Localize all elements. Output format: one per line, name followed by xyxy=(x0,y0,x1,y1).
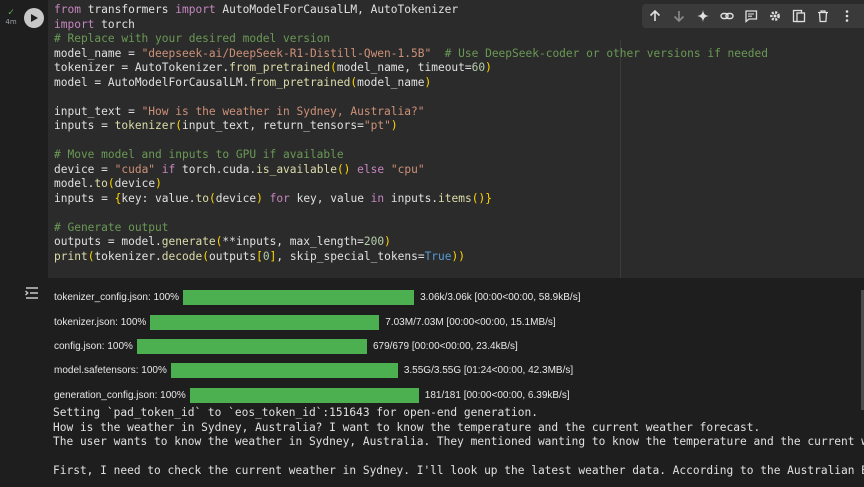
code-comment: # Move model and inputs to GPU if availa… xyxy=(54,148,344,161)
run-status: ✓ 4m xyxy=(4,8,18,26)
mirror-cell-button[interactable] xyxy=(789,6,809,26)
check-icon: ✓ xyxy=(7,7,15,18)
code-line: model = AutoModelForCausalLM.from_pretra… xyxy=(54,75,432,89)
arrow-up-icon xyxy=(649,9,661,21)
code-line: device = "cuda" if torch.cuda.is_availab… xyxy=(54,162,425,176)
delete-icon xyxy=(818,10,828,23)
code-line: import torch xyxy=(54,17,135,31)
code-editor[interactable]: from transformers import AutoModelForCau… xyxy=(48,0,864,278)
progress-fill xyxy=(150,314,380,330)
progress-label: generation_config.json: 100% xyxy=(54,389,186,401)
more-icon xyxy=(845,10,849,22)
progress-bar xyxy=(183,289,415,305)
progress-row: tokenizer_config.json: 100% 3.06k/3.06k … xyxy=(54,289,580,305)
code-line: model.to(device) xyxy=(54,177,162,190)
progress-row: model.safetensors: 100% 3.55G/3.55G [01:… xyxy=(54,362,573,378)
settings-button[interactable] xyxy=(765,6,785,26)
progress-stats: 3.55G/3.55G [01:24<00:00, 42.3MB/s] xyxy=(403,364,574,376)
more-actions-button[interactable] xyxy=(837,6,857,26)
progress-bar xyxy=(189,387,419,403)
move-cell-up-button[interactable] xyxy=(645,6,665,26)
code-comment: # Replace with your desired model versio… xyxy=(54,32,331,45)
code-line: outputs = model.generate(**inputs, max_l… xyxy=(54,235,391,248)
progress-bar xyxy=(136,338,367,354)
output-menu-icon xyxy=(25,287,38,299)
code-line: from transformers import AutoModelForCau… xyxy=(54,3,459,16)
move-cell-down-button[interactable] xyxy=(669,6,689,26)
code-line: tokenizer = AutoTokenizer.from_pretraine… xyxy=(54,61,492,74)
gear-icon xyxy=(770,11,780,21)
copy-link-button[interactable] xyxy=(717,6,737,26)
sparkle-icon xyxy=(697,10,709,22)
code-line: inputs = tokenizer(input_text, return_te… xyxy=(54,119,398,132)
play-icon xyxy=(31,14,38,22)
progress-stats: 7.03M/7.03M [00:00<00:00, 15.1MB/s] xyxy=(385,316,556,328)
output-actions-button[interactable] xyxy=(24,285,42,301)
progress-stats: 181/181 [00:00<00:00, 6.39kB/s] xyxy=(424,389,570,401)
cell-toolbar xyxy=(642,4,864,28)
code-line: inputs = {key: value.to(device) for key,… xyxy=(54,191,492,205)
progress-stats: 3.06k/3.06k [00:00<00:00, 58.9kB/s] xyxy=(420,291,581,303)
output-text-line: Setting `pad_token_id` to `eos_token_id`… xyxy=(53,406,538,419)
progress-fill xyxy=(183,289,415,305)
code-comment: # Generate output xyxy=(54,220,169,234)
comment-icon xyxy=(745,10,758,23)
indent-guide xyxy=(620,40,621,278)
progress-label: model.safetensors: 100% xyxy=(54,364,167,376)
code-line: input_text = "How is the weather in Sydn… xyxy=(54,104,425,118)
run-cell-button[interactable] xyxy=(24,8,44,28)
progress-bar xyxy=(170,362,398,378)
progress-row: config.json: 100% 679/679 [00:00<00:00, … xyxy=(54,338,518,354)
progress-row: generation_config.json: 100% 181/181 [00… xyxy=(54,387,570,403)
delete-cell-button[interactable] xyxy=(813,6,833,26)
progress-label: tokenizer_config.json: 100% xyxy=(54,291,180,303)
progress-fill xyxy=(136,338,367,354)
code-line: print(tokenizer.decode(outputs[0], skip_… xyxy=(54,249,465,263)
progress-fill xyxy=(189,387,419,403)
progress-label: tokenizer.json: 100% xyxy=(54,316,147,328)
mirror-cell-icon xyxy=(792,9,806,23)
progress-stats: 679/679 [00:00<00:00, 23.4kB/s] xyxy=(372,340,518,352)
output-text-line: First, I need to check the current weath… xyxy=(53,464,864,477)
progress-fill xyxy=(170,362,398,378)
link-icon xyxy=(720,12,734,20)
progress-bar xyxy=(150,314,380,330)
progress-label: config.json: 100% xyxy=(54,340,133,352)
gemini-button[interactable] xyxy=(693,6,713,26)
cell-output: tokenizer_config.json: 100% 3.06k/3.06k … xyxy=(0,278,864,487)
comment-button[interactable] xyxy=(741,6,761,26)
code-line: model_name = "deepseek-ai/DeepSeek-R1-Di… xyxy=(54,46,768,60)
output-text-line: How is the weather in Sydney, Australia?… xyxy=(53,420,761,434)
output-text-line: The user wants to know the weather in Sy… xyxy=(53,435,864,448)
progress-row: tokenizer.json: 100% 7.03M/7.03M [00:00<… xyxy=(54,314,556,330)
execution-time: 4m xyxy=(5,18,17,26)
arrow-down-icon xyxy=(673,11,685,23)
